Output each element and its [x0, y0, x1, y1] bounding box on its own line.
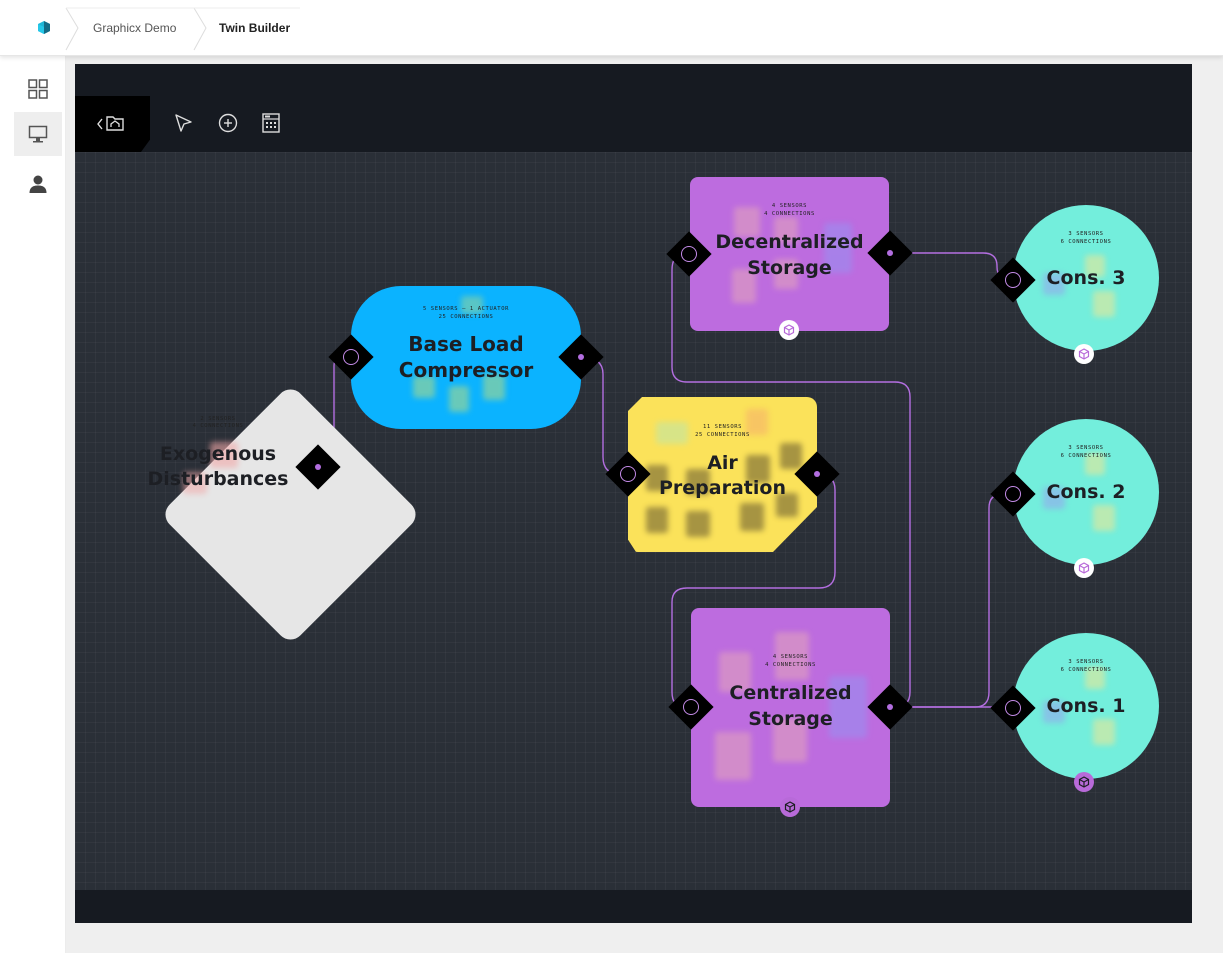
back-home-button[interactable]: [75, 96, 150, 152]
node-base-load-compressor[interactable]: 5 SENSORS – 1 ACTUATOR 25 CONNECTIONS Ba…: [351, 286, 581, 429]
breadcrumb-twin-builder[interactable]: Twin Builder: [219, 0, 290, 56]
monitor-icon: [28, 125, 48, 143]
node-cons-1[interactable]: 3 SENSORS 6 CONNECTIONS Cons. 1: [1013, 633, 1159, 779]
cube-icon: [784, 801, 796, 813]
node-badge-cons3[interactable]: [1074, 344, 1094, 364]
node-connections: 4 CONNECTIONS: [192, 423, 244, 429]
node-connections: 25 CONNECTIONS: [695, 432, 750, 438]
top-bar: Graphicx Demo Twin Builder: [0, 0, 1223, 56]
breadcrumb-graphicx-demo[interactable]: Graphicx Demo: [93, 0, 176, 56]
node-title: Preparation: [659, 477, 786, 499]
node-sensors: 11 SENSORS: [702, 424, 743, 430]
sidebar-item-user[interactable]: [14, 162, 62, 206]
node-title: Compressor: [398, 358, 534, 382]
output-port-dot: [315, 464, 321, 470]
node-sensors: 3 SENSORS: [1068, 659, 1104, 665]
sidebar-item-dashboard[interactable]: [14, 67, 62, 111]
node-connections: 4 CONNECTIONS: [765, 662, 816, 668]
node-badge-cons2[interactable]: [1074, 558, 1094, 578]
node-sensors: 3 SENSORS: [1068, 445, 1104, 451]
add-node-button[interactable]: [217, 112, 239, 134]
cube-icon: [1078, 776, 1090, 788]
node-sensors: 3 SENSORS: [1068, 231, 1104, 237]
output-port-dot: [578, 354, 584, 360]
node-centralized-storage[interactable]: 4 SENSORS 4 CONNECTIONS Centralized Stor…: [691, 608, 890, 807]
input-port-ring: [1005, 272, 1021, 288]
input-port-ring: [1005, 486, 1021, 502]
node-connections: 6 CONNECTIONS: [1060, 239, 1112, 245]
diagram-canvas[interactable]: 2 SENSORS 4 CONNECTIONS Exogenous Distur…: [75, 152, 1192, 890]
node-title: Centralized: [729, 682, 852, 704]
node-badge-central[interactable]: [780, 797, 800, 817]
node-cons-2[interactable]: 3 SENSORS 6 CONNECTIONS Cons. 2: [1013, 419, 1159, 565]
input-port-ring: [681, 246, 697, 262]
bottom-bar: [75, 890, 1192, 923]
node-title: Base Load: [408, 332, 524, 356]
add-circle-icon: [218, 113, 238, 133]
node-cons-3[interactable]: 3 SENSORS 6 CONNECTIONS Cons. 3: [1013, 205, 1159, 351]
node-title: Storage: [747, 257, 832, 279]
node-air-preparation[interactable]: 11 SENSORS 25 CONNECTIONS Air Preparatio…: [628, 397, 817, 552]
sidebar: [0, 56, 66, 953]
grid-icon: [28, 79, 48, 99]
cube-icon: [1078, 562, 1090, 574]
wire-central-to-cons2: [890, 493, 1013, 708]
back-home-icon: [96, 116, 124, 131]
node-connections: 25 CONNECTIONS: [438, 314, 494, 320]
node-title: Storage: [748, 708, 833, 730]
output-port-dot: [814, 471, 820, 477]
cube-icon: [1078, 348, 1090, 360]
sidebar-item-twin-builder[interactable]: [14, 112, 62, 156]
cube-icon: [783, 324, 795, 336]
node-badge-cons1[interactable]: [1074, 772, 1094, 792]
app-logo-icon[interactable]: [24, 16, 64, 46]
node-title: Disturbances: [147, 468, 289, 490]
input-port-ring: [343, 349, 359, 365]
node-connections: 4 CONNECTIONS: [764, 211, 815, 217]
user-icon: [29, 175, 47, 193]
node-title: Exogenous: [159, 443, 277, 465]
node-connections: 6 CONNECTIONS: [1060, 667, 1112, 673]
node-sensors: 5 SENSORS – 1 ACTUATOR: [422, 306, 510, 312]
node-title: Air: [707, 452, 738, 474]
input-port-ring: [1005, 700, 1021, 716]
output-port-dot: [887, 250, 893, 256]
node-label-exogenous: 2 SENSORS 4 CONNECTIONS Exogenous Distur…: [108, 412, 328, 552]
twin-builder-app: 2 SENSORS 4 CONNECTIONS Exogenous Distur…: [75, 64, 1192, 923]
node-connections: 6 CONNECTIONS: [1060, 453, 1112, 459]
building-tool-button[interactable]: [260, 112, 282, 134]
node-sensors: 4 SENSORS: [771, 203, 808, 209]
node-title: Decentralized: [715, 231, 864, 253]
building-icon: [262, 113, 280, 133]
toolbar: [75, 64, 1192, 152]
node-decentralized-storage[interactable]: 4 SENSORS 4 CONNECTIONS Decentralized St…: [690, 177, 889, 331]
input-port-ring: [683, 699, 699, 715]
output-port-dot: [887, 704, 893, 710]
select-tool-button[interactable]: [173, 112, 195, 134]
node-badge-decentral[interactable]: [779, 320, 799, 340]
node-sensors: 4 SENSORS: [772, 654, 809, 660]
pointer-icon: [175, 114, 192, 132]
input-port-ring: [620, 466, 636, 482]
